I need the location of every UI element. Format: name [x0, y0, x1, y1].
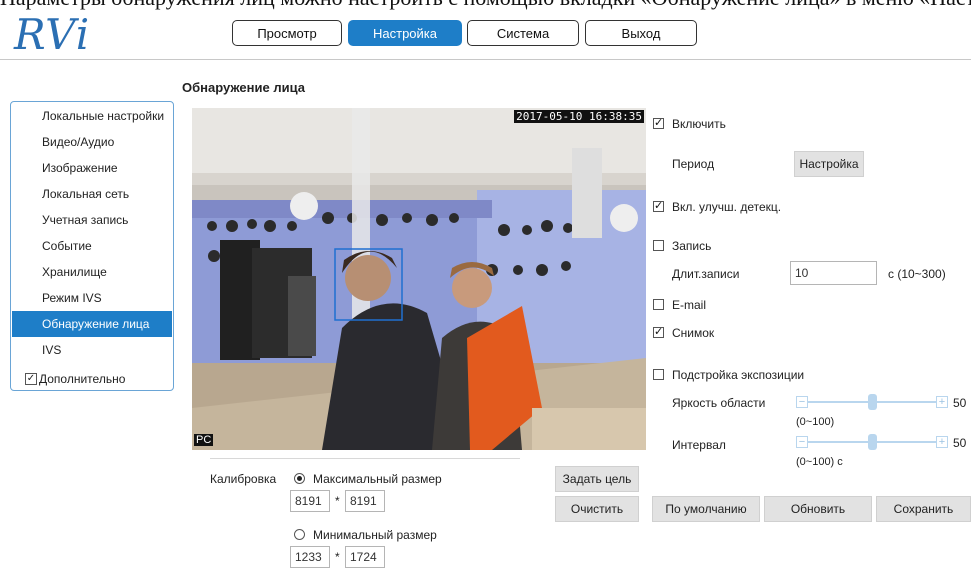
video-timestamp: 2017-05-10 16:38:35 [514, 110, 644, 123]
video-preview[interactable]: 2017-05-10 16:38:35 PC [192, 108, 646, 450]
min-height-input[interactable]: 1724 [345, 546, 385, 568]
max-size-label: Максимальный размер [313, 472, 442, 486]
max-height-input[interactable]: 8191 [345, 490, 385, 512]
exposure-checkbox[interactable] [653, 369, 664, 380]
enable-label: Включить [672, 117, 726, 131]
period-setup-button[interactable]: Настройка [794, 151, 864, 177]
refresh-button[interactable]: Обновить [764, 496, 872, 522]
snapshot-label: Снимок [672, 326, 715, 340]
calibration-label: Калибровка [210, 472, 277, 486]
sidebar-item-account[interactable]: Учетная запись [12, 207, 172, 233]
video-channel-label: PC [194, 434, 214, 446]
interval-slider-handle[interactable] [868, 434, 877, 450]
save-button[interactable]: Сохранить [876, 496, 971, 522]
brightness-value: 50 [953, 396, 967, 410]
brightness-slider-handle[interactable] [868, 394, 877, 410]
min-size-label: Минимальный размер [313, 528, 437, 542]
tab-exit[interactable]: Выход [585, 20, 697, 46]
record-checkbox[interactable] [653, 240, 664, 251]
exposure-label: Подстройка экспозиции [672, 368, 805, 382]
rvi-logo: RVi [14, 10, 91, 59]
max-width-input[interactable]: 8191 [290, 490, 330, 512]
brightness-decrease-button[interactable]: − [796, 396, 808, 408]
snapshot-checkbox[interactable]: ✓ [653, 327, 664, 338]
sidebar-item-local-settings[interactable]: Локальные настройки [12, 103, 172, 129]
set-target-button[interactable]: Задать цель [555, 466, 639, 492]
brightness-label: Яркость области [672, 396, 766, 410]
record-duration-input[interactable]: 10 [790, 261, 877, 285]
record-duration-unit: с (10~300) [888, 267, 946, 281]
sidebar-item-face-detection[interactable]: Обнаружение лица [12, 311, 172, 337]
record-duration-label: Длит.записи [672, 267, 740, 281]
sidebar-item-ivs[interactable]: IVS [12, 337, 172, 363]
max-separator: * [335, 494, 340, 508]
sidebar-item-storage[interactable]: Хранилище [12, 259, 172, 285]
default-button[interactable]: По умолчанию [652, 496, 760, 522]
email-checkbox[interactable] [653, 299, 664, 310]
interval-value: 50 [953, 436, 967, 450]
header-divider [0, 59, 971, 60]
settings-sidebar: Локальные настройки Видео/Аудио Изображе… [10, 101, 174, 391]
sidebar-item-image[interactable]: Изображение [12, 155, 172, 181]
period-label: Период [672, 157, 715, 171]
clear-button[interactable]: Очистить [555, 496, 639, 522]
page-title: Обнаружение лица [182, 80, 305, 95]
min-width-input[interactable]: 1233 [290, 546, 330, 568]
camera-scene-image [192, 108, 646, 450]
min-separator: * [335, 550, 340, 564]
sidebar-item-video-audio[interactable]: Видео/Аудио [12, 129, 172, 155]
sidebar-item-network[interactable]: Локальная сеть [12, 181, 172, 207]
tab-settings[interactable]: Настройка [348, 20, 462, 46]
document-caption: Параметры обнаружения лиц можно настроит… [0, 0, 971, 11]
sidebar-item-ivs-mode[interactable]: Режим IVS [12, 285, 172, 311]
interval-decrease-button[interactable]: − [796, 436, 808, 448]
brightness-increase-button[interactable]: + [936, 396, 948, 408]
tab-system[interactable]: Система [467, 20, 579, 46]
brightness-range: (0~100) [796, 416, 835, 428]
enhanced-detection-checkbox[interactable]: ✓ [653, 201, 664, 212]
enhanced-detection-label: Вкл. улучш. детекц. [672, 200, 782, 214]
enable-checkbox[interactable]: ✓ [653, 118, 664, 129]
tab-preview[interactable]: Просмотр [232, 20, 342, 46]
sidebar-item-event[interactable]: Событие [12, 233, 172, 259]
interval-range: (0~100) с [796, 456, 843, 468]
calibration-divider [210, 458, 520, 459]
email-label: E-mail [672, 298, 707, 312]
record-label: Запись [672, 239, 712, 253]
min-size-radio[interactable] [294, 529, 305, 540]
max-size-radio[interactable] [294, 473, 305, 484]
sidebar-item-extra[interactable]: Дополнительно [12, 366, 172, 392]
interval-label: Интервал [672, 438, 726, 452]
interval-increase-button[interactable]: + [936, 436, 948, 448]
